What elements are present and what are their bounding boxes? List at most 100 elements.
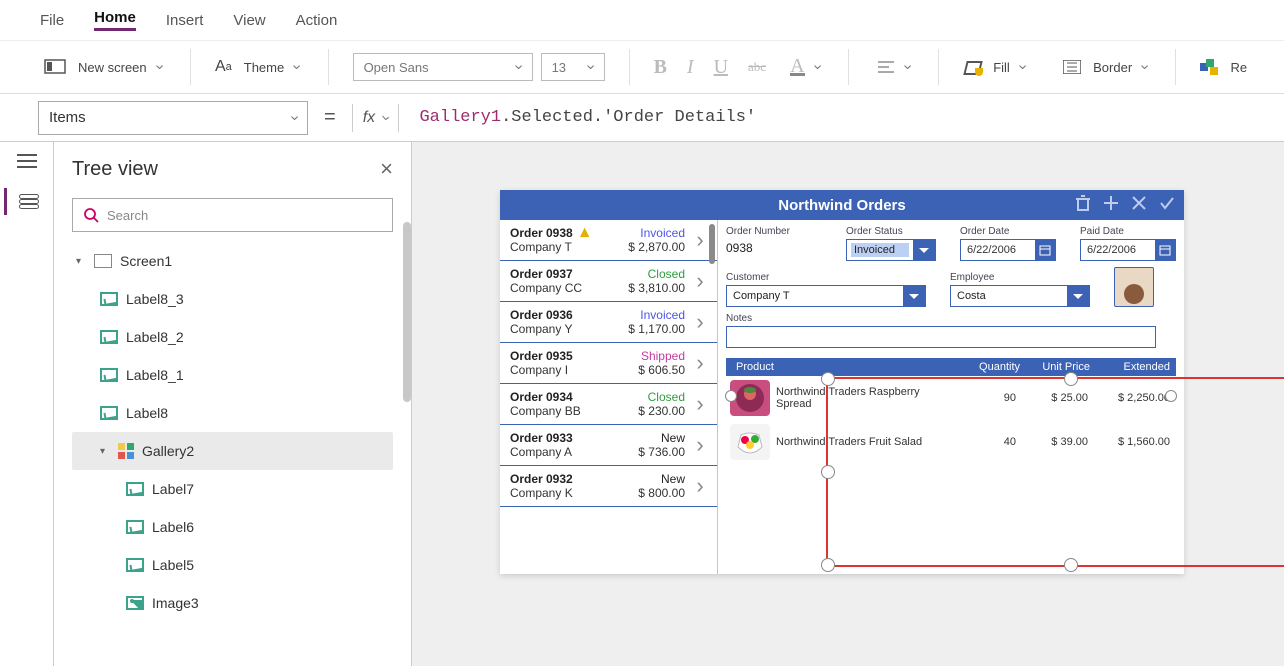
font-name: Open Sans [364, 60, 429, 75]
label-customer: Customer [726, 272, 926, 283]
tree-node-label6[interactable]: Label6 [72, 508, 393, 546]
label-icon [126, 558, 144, 572]
new-screen-icon [44, 59, 66, 75]
calendar-icon [1035, 240, 1055, 260]
tree-scrollbar[interactable] [403, 222, 411, 402]
item-handle[interactable] [725, 390, 737, 402]
order-amount: $ 230.00 [638, 404, 685, 418]
bold-icon[interactable]: B [654, 56, 667, 79]
order-status: Invoiced [628, 226, 685, 240]
order-details: Order Number 0938 Order Status Invoiced … [718, 220, 1184, 574]
order-list-item[interactable]: Order 0934Closed›Company BB$ 230.00 [500, 384, 717, 425]
collapse-icon[interactable]: ▾ [100, 446, 110, 457]
collapse-icon[interactable]: ▾ [76, 256, 86, 267]
tree-node-label5[interactable]: Label5 [72, 546, 393, 584]
details-grid-row[interactable]: Northwind Traders Fruit Salad40$ 39.00$ … [726, 420, 1176, 464]
property-selector[interactable]: Items [38, 101, 308, 135]
tree-node-gallery2[interactable]: ▾ Gallery2 [72, 432, 393, 470]
order-list-item[interactable]: Order 0937Closed›Company CC$ 3,810.00 [500, 261, 717, 302]
details-grid-row[interactable]: Northwind Traders Raspberry Spread90$ 25… [726, 376, 1176, 420]
chevron-right-icon: › [691, 232, 709, 248]
label-order-date: Order Date [960, 226, 1056, 237]
order-amount: $ 3,810.00 [628, 281, 685, 295]
tree-node-label8[interactable]: Label8 [72, 394, 393, 432]
tree-view-rail-button[interactable] [4, 188, 47, 215]
tree-node-label7[interactable]: Label7 [72, 470, 393, 508]
employee-avatar [1114, 267, 1154, 307]
customer-select[interactable]: Company T [726, 285, 926, 307]
order-company: Company A [510, 445, 632, 459]
new-screen-button[interactable]: New screen [74, 56, 166, 78]
order-id: Order 0937 [510, 267, 622, 281]
canvas[interactable]: Northwind Orders Order 0938 ▲Invoiced›Co… [412, 142, 1284, 666]
tree-node-label8-1[interactable]: Label8_1 [72, 356, 393, 394]
search-placeholder: Search [107, 208, 148, 223]
add-icon[interactable] [1102, 194, 1120, 212]
close-panel-icon[interactable]: × [380, 156, 393, 182]
order-list-item[interactable]: Order 0936Invoiced›Company Y$ 1,170.00 [500, 302, 717, 343]
fill-icon [963, 59, 981, 75]
fx-button[interactable]: fx [363, 109, 389, 127]
chevron-right-icon: › [691, 355, 709, 371]
product-qty: 90 [946, 392, 1016, 404]
label-icon [126, 520, 144, 534]
theme-button[interactable]: Theme [240, 56, 304, 78]
fill-button[interactable]: Fill [989, 56, 1029, 78]
menu-home[interactable]: Home [94, 9, 136, 31]
hamburger-icon[interactable] [17, 154, 37, 168]
label-notes: Notes [726, 313, 1156, 324]
tree-node-image3[interactable]: Image3 [72, 584, 393, 622]
font-color-button[interactable]: A [786, 56, 824, 78]
equals-sign: = [318, 106, 342, 129]
paid-date-input[interactable]: 6/22/2006 [1080, 239, 1176, 261]
order-company: Company Y [510, 322, 622, 336]
border-button[interactable]: Border [1089, 56, 1151, 78]
ribbon: New screen Aa Theme Open Sans 13 B I U a… [0, 40, 1284, 94]
employee-select[interactable]: Costa [950, 285, 1090, 307]
order-list-scrollbar[interactable] [709, 224, 715, 264]
tree-title: Tree view [72, 158, 158, 181]
menu-file[interactable]: File [40, 12, 64, 29]
confirm-icon[interactable] [1158, 194, 1176, 212]
menu-view[interactable]: View [233, 12, 265, 29]
strike-icon[interactable]: abc [748, 59, 766, 75]
tree-search-input[interactable]: Search [72, 198, 393, 232]
order-status: New [638, 431, 685, 445]
align-button[interactable] [873, 56, 914, 78]
order-list[interactable]: Order 0938 ▲Invoiced›Company T$ 2,870.00… [500, 220, 718, 574]
label-paid-date: Paid Date [1080, 226, 1176, 237]
reorder-button[interactable]: Re [1226, 58, 1251, 77]
menu-insert[interactable]: Insert [166, 12, 204, 29]
font-size-selector[interactable]: 13 [541, 53, 605, 81]
cancel-icon[interactable] [1130, 194, 1148, 212]
underline-icon[interactable]: U [714, 56, 728, 79]
order-list-item[interactable]: Order 0932New›Company K$ 800.00 [500, 466, 717, 507]
order-amount: $ 736.00 [638, 445, 685, 459]
order-list-item[interactable]: Order 0938 ▲Invoiced›Company T$ 2,870.00 [500, 220, 717, 261]
formula-input[interactable]: Gallery1.Selected.'Order Details' [409, 108, 756, 127]
product-unit-price: $ 39.00 [1018, 436, 1088, 448]
order-list-item[interactable]: Order 0933New›Company A$ 736.00 [500, 425, 717, 466]
italic-icon[interactable]: I [687, 56, 694, 79]
order-status-select[interactable]: Invoiced [846, 239, 936, 261]
tree-node-screen1[interactable]: ▾ Screen1 [72, 242, 393, 280]
tree-node-label8-2[interactable]: Label8_2 [72, 318, 393, 356]
product-thumbnail [730, 424, 770, 460]
tree-node-label8-3[interactable]: Label8_3 [72, 280, 393, 318]
order-amount: $ 800.00 [638, 486, 685, 500]
details-grid-header: Product Quantity Unit Price Extended [726, 358, 1176, 376]
delete-icon[interactable] [1074, 194, 1092, 212]
notes-input[interactable] [726, 326, 1156, 348]
item-handle[interactable] [1165, 390, 1177, 402]
order-id: Order 0934 [510, 390, 632, 404]
app-preview: Northwind Orders Order 0938 ▲Invoiced›Co… [500, 190, 1184, 574]
chevron-down-icon [1067, 286, 1089, 306]
theme-icon: Aa [215, 58, 232, 76]
font-selector[interactable]: Open Sans [353, 53, 533, 81]
order-list-item[interactable]: Order 0935Shipped›Company I$ 606.50 [500, 343, 717, 384]
order-id: Order 0938 ▲ [510, 226, 622, 240]
order-date-input[interactable]: 6/22/2006 [960, 239, 1056, 261]
menu-action[interactable]: Action [296, 12, 338, 29]
label-icon [100, 406, 118, 420]
chevron-right-icon: › [691, 396, 709, 412]
